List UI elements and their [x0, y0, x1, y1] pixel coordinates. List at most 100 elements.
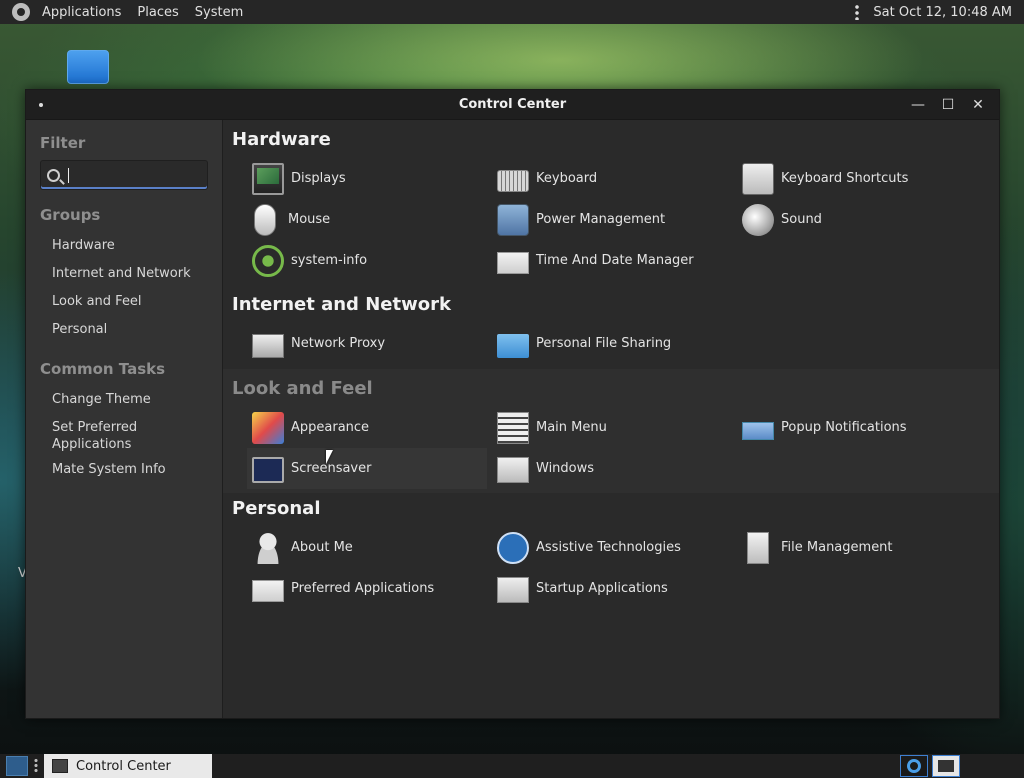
clock[interactable]: Sat Oct 12, 10:48 AM — [873, 5, 1024, 20]
item-label: Appearance — [291, 420, 370, 435]
keyboard-icon — [497, 170, 529, 192]
group-hardware: Hardware Displays Keyboard Keyboard Shor… — [223, 120, 999, 281]
keyboard-shortcuts-icon — [742, 162, 774, 195]
task-set-preferred-applications[interactable]: Set Preferred Applications — [40, 414, 208, 456]
item-file-management[interactable]: File Management — [742, 527, 987, 568]
item-label: File Management — [781, 540, 893, 555]
panel-handle-icon[interactable] — [34, 758, 38, 774]
foot-logo-icon[interactable] — [12, 3, 30, 21]
sidebar-item-personal[interactable]: Personal — [40, 316, 208, 344]
assistive-technologies-icon — [497, 531, 529, 564]
task-change-theme[interactable]: Change Theme — [40, 386, 208, 414]
item-displays[interactable]: Displays — [252, 158, 497, 199]
item-time-and-date-manager[interactable]: Time And Date Manager — [497, 240, 742, 281]
item-appearance[interactable]: Appearance — [252, 407, 497, 448]
item-label: Displays — [291, 171, 346, 186]
taskbar-item-label: Control Center — [76, 758, 171, 774]
group-look-and-feel: Look and Feel Appearance Main Menu Popup… — [223, 369, 999, 493]
item-personal-file-sharing[interactable]: Personal File Sharing — [497, 323, 742, 364]
group-title: Internet and Network — [232, 294, 451, 315]
item-sound[interactable]: Sound — [742, 199, 987, 240]
item-label: Windows — [536, 461, 595, 476]
close-button[interactable]: ✕ — [963, 90, 993, 120]
taskbar-item-control-center[interactable]: Control Center — [44, 754, 212, 778]
places-menu[interactable]: Places — [129, 0, 186, 24]
task-mate-system-info[interactable]: Mate System Info — [40, 456, 208, 484]
applications-menu[interactable]: Applications — [34, 0, 129, 24]
group-title: Hardware — [232, 129, 331, 150]
item-label: Personal File Sharing — [536, 336, 672, 351]
window-menu-icon[interactable] — [39, 103, 43, 107]
main-panel: Hardware Displays Keyboard Keyboard Shor… — [223, 120, 999, 718]
item-label: About Me — [291, 540, 353, 555]
preferred-applications-icon — [252, 580, 284, 602]
control-center-window: Control Center — ☐ ✕ Filter Groups Hardw… — [25, 89, 1000, 719]
item-popup-notifications[interactable]: Popup Notifications — [742, 407, 987, 448]
search-field[interactable] — [40, 160, 208, 190]
item-windows[interactable]: Windows — [497, 448, 742, 489]
item-label: Preferred Applications — [291, 581, 435, 596]
screensaver-icon — [252, 457, 284, 483]
show-desktop-icon[interactable] — [6, 756, 28, 776]
network-proxy-icon — [252, 333, 284, 358]
system-menu[interactable]: System — [187, 0, 251, 24]
item-power-management[interactable]: Power Management — [497, 199, 742, 240]
desktop-folder-icon[interactable] — [67, 50, 109, 84]
sidebar-item-hardware[interactable]: Hardware — [40, 232, 208, 260]
item-system-info[interactable]: system-info — [252, 240, 497, 281]
item-about-me[interactable]: About Me — [252, 527, 497, 568]
item-startup-applications[interactable]: Startup Applications — [497, 568, 742, 609]
file-sharing-icon — [497, 334, 529, 358]
item-label: system-info — [291, 253, 368, 268]
top-panel: Applications Places System Sat Oct 12, 1… — [0, 0, 1024, 24]
main-menu-icon — [497, 411, 529, 444]
sidebar-item-internet-and-network[interactable]: Internet and Network — [40, 260, 208, 288]
popup-notifications-icon — [742, 422, 774, 440]
window-title: Control Center — [458, 97, 567, 112]
time-date-icon — [497, 252, 529, 274]
item-label: Network Proxy — [291, 336, 386, 351]
filter-heading: Filter — [40, 134, 86, 152]
maximize-button[interactable]: ☐ — [933, 90, 963, 120]
item-screensaver[interactable]: Screensaver — [247, 448, 487, 489]
window-titlebar[interactable]: Control Center — ☐ ✕ — [26, 90, 999, 120]
search-input[interactable] — [69, 167, 189, 183]
sidebar: Filter Groups Hardware Internet and Netw… — [26, 120, 223, 718]
item-keyboard-shortcuts[interactable]: Keyboard Shortcuts — [742, 158, 987, 199]
item-preferred-applications[interactable]: Preferred Applications — [252, 568, 497, 609]
item-label: Power Management — [536, 212, 666, 227]
sidebar-item-look-and-feel[interactable]: Look and Feel — [40, 288, 208, 316]
sound-icon — [742, 203, 774, 236]
item-main-menu[interactable]: Main Menu — [497, 407, 742, 448]
minimize-button[interactable]: — — [903, 90, 933, 120]
bottom-panel: Control Center — [0, 754, 1024, 778]
item-keyboard[interactable]: Keyboard — [497, 158, 742, 199]
windows-icon — [497, 457, 529, 483]
about-me-icon — [252, 531, 284, 564]
item-assistive-technologies[interactable]: Assistive Technologies — [497, 527, 742, 568]
item-label: Sound — [781, 212, 822, 227]
group-title: Personal — [232, 498, 321, 519]
search-icon — [47, 168, 60, 182]
item-network-proxy[interactable]: Network Proxy — [252, 323, 497, 364]
mouse-icon — [254, 203, 276, 236]
item-label: Main Menu — [536, 420, 607, 435]
panel-handle-icon[interactable] — [855, 4, 860, 20]
item-label: Mouse — [288, 212, 331, 227]
item-label: Keyboard — [536, 171, 598, 186]
item-label: Assistive Technologies — [536, 540, 681, 555]
group-personal: Personal About Me Assistive Technologies… — [223, 493, 999, 609]
item-mouse[interactable]: Mouse — [252, 199, 497, 240]
common-tasks-heading: Common Tasks — [40, 360, 166, 378]
group-internet-and-network: Internet and Network Network Proxy Perso… — [223, 289, 999, 364]
display-icon — [252, 162, 284, 195]
power-management-icon — [497, 203, 529, 236]
workspace-switcher-icon[interactable] — [900, 755, 928, 777]
item-label: Keyboard Shortcuts — [781, 171, 909, 186]
startup-applications-icon — [497, 577, 529, 603]
mouse-cursor-icon — [326, 450, 333, 464]
control-center-icon — [52, 759, 68, 773]
workspace-control-center-icon[interactable] — [932, 755, 960, 777]
item-label: Popup Notifications — [781, 420, 907, 435]
group-title: Look and Feel — [232, 378, 373, 399]
